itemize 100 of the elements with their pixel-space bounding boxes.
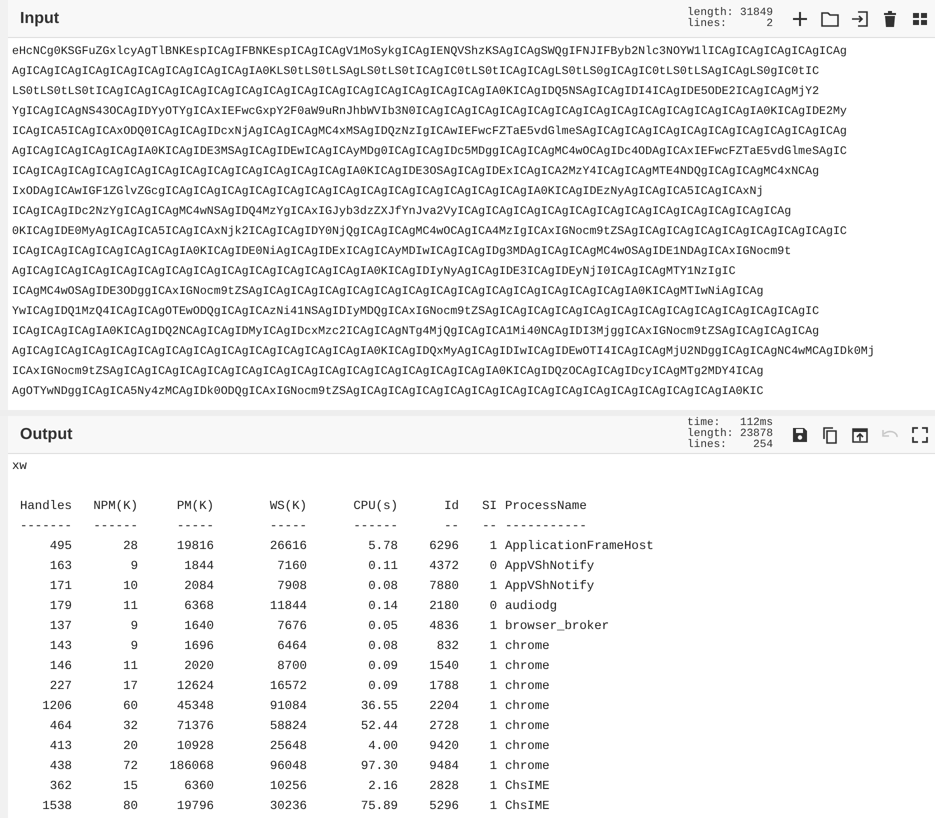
table-cell-text: AppVShNotify (505, 578, 596, 595)
table-cell-text: 2180 (428, 598, 459, 615)
table-cell-text: 9 (130, 618, 138, 635)
table-cell-text: 1 (488, 778, 497, 795)
table-cell-text: 72 (122, 758, 138, 775)
table-cell-text: 7908 (276, 578, 307, 595)
table-cell-text: 1 (488, 758, 497, 775)
table-cell-text: 6464 (276, 638, 307, 655)
table-cell-text: 7676 (276, 618, 307, 635)
table-cell-text: 0 (488, 598, 497, 615)
table-cell-text: 97.30 (360, 758, 398, 775)
input-text-line: AgICAgICAgICAgICAgICAgICAgICAgICAgIA0KLS0tLS0tLSAgLS0tLS0tICAgIC0tLS0tICAgICAgLS0tLS0gICAgIC0tLS0tLSAgICAgLS0gIC0tIC (12, 64, 820, 80)
table-cell-text: 75.89 (360, 798, 398, 815)
header-rule: ----- (176, 518, 214, 535)
table-cell-text: 2084 (183, 578, 214, 595)
table-cell-text: 11 (122, 658, 138, 675)
table-cell-text: 25648 (268, 738, 307, 755)
table-cell-text: 163 (48, 558, 72, 575)
table-cell-text: 1 (488, 678, 497, 695)
table-cell-text: 71376 (176, 718, 214, 735)
output-text-line: xw (12, 458, 28, 475)
table-cell-text: 45348 (176, 698, 214, 715)
column-header: NPM(K) (92, 498, 138, 515)
table-cell-text: 1206 (41, 698, 72, 715)
table-cell-text: 2020 (183, 658, 214, 675)
table-cell-text: 5296 (428, 798, 459, 815)
table-cell-text: browser_broker (505, 618, 610, 635)
input-text-line: ICAgICA5ICAgICAxODQ0ICAgICAgIDcxNjAgICAgICAgMC4xMSAgIDQzNzIgICAwIEFwcFZTaE5vdGlmeSAgICAgICAgICAgICAgICAgICAgICAgICAgICAg (12, 124, 848, 140)
header-rule: ----- (268, 518, 307, 535)
table-cell-text: 80 (122, 798, 138, 815)
header-rule: ----------- (505, 518, 588, 535)
table-cell-text: chrome (505, 658, 551, 675)
panel-title: Output (20, 424, 72, 444)
column-header: Id (443, 498, 459, 515)
input-text-line: ICAxIGNocm9tZSAgICAgICAgICAgICAgICAgICAgICAgICAgICAgICAgICAgICAgICAgIA0KICAgIDQzOCAgICAgIDcyICAgMTg2MDY4ICAg (12, 364, 764, 380)
input-text-line: IxODAgICAwIGF1ZGlvZGcgICAgICAgICAgICAgICAgICAgICAgICAgICAgICAgICAgICAgICAgIA0KICAgIDEzNyAgICAgICA5ICAgICAxNj (12, 184, 764, 200)
table-cell-text: AppVShNotify (505, 558, 596, 575)
table-cell-text: 96048 (268, 758, 307, 775)
table-cell-text: 438 (48, 758, 72, 775)
table-cell-text: 6296 (428, 538, 459, 555)
column-header: SI (481, 498, 497, 515)
table-cell-text: 11 (122, 598, 138, 615)
table-cell-text: 495 (48, 538, 72, 555)
table-cell-text: 171 (48, 578, 72, 595)
table-cell-text: 413 (48, 738, 72, 755)
table-cell-text: 1 (488, 538, 497, 555)
table-cell-text: 1538 (41, 798, 72, 815)
header-rule: ------ (92, 518, 138, 535)
table-cell-text: 9 (130, 638, 138, 655)
table-cell-text: 179 (48, 598, 72, 615)
table-cell-text: chrome (505, 738, 551, 755)
input-text-line: ICAgICAgIDc2NzYgICAgICAgMC4wNSAgIDQ4MzYgICAxIGJyb3dzZXJfYnJva2VyICAgICAgICAgICAgICAgICAgICAgICAgICAgICAgICAgICAg (12, 204, 792, 220)
input-text-line: AgICAgICAgICAgICAgICAgICAgICAgICAgICAgICAgICAgICAgIA0KICAgIDQxMyAgICAgIDIwICAgIDEwOTI4ICAgICAgMjU2NDggICAgICAgNC4wMCAgIDk0Mj (12, 344, 876, 360)
table-cell-text: 0.08 (367, 638, 398, 655)
input-text-line: ICAgMC4wOSAgIDE3ODggICAxIGNocm9tZSAgICAgICAgICAgICAgICAgICAgICAgICAgICAgICAgICAgICAgICAgIA0KICAgMTIwNiAgICAg (12, 284, 764, 300)
stat-text: lines: 254 (687, 440, 773, 451)
table-cell-text: 1 (488, 578, 497, 595)
input-text-line: YwICAgIDQ1MzQ4ICAgICAgOTEwODQgICAgICAzNi41NSAgIDIyMDQgICAxIGNocm9tZSAgICAgICAgICAgICAgICAgICAgICAgICAgICAgICAgICAgIC (12, 304, 820, 320)
table-cell-text: chrome (505, 698, 551, 715)
table-cell-text: 0.14 (367, 598, 398, 615)
panel-title: Input (20, 8, 60, 28)
sign-in-icon (850, 8, 870, 28)
column-header: CPU(s) (352, 498, 398, 515)
table-cell-text: ChsIME (505, 798, 551, 815)
column-header: WS(K) (268, 498, 307, 515)
input-text-line: ICAgICAgICAgIA0KICAgIDQ2NCAgICAgIDMyICAgIDcxMzc2ICAgICAgNTg4MjQgICAgICA1Mi40NCAgIDI3MjggICAxIGNocm9tZSAgICAgICAgICAg (12, 324, 820, 340)
table-cell-text: 1540 (428, 658, 459, 675)
input-text-line: eHcNCg0KSGFuZGxlcyAgTlBNKEspICAgIFBNKEspICAgICAgV1MoSykgICAgIENQVShzKSAgICAgSWQgIFNJIFByb2Nlc3NOYW1lICAgICAgICAgICAgICAg (12, 44, 848, 60)
table-cell-text: 58824 (268, 718, 307, 735)
table-cell-text: 1640 (183, 618, 214, 635)
table-cell-text: 9484 (428, 758, 459, 775)
table-cell-text: 6360 (183, 778, 214, 795)
column-header: Handles (18, 498, 72, 515)
column-header: PM(K) (176, 498, 214, 515)
input-text-line: ICAgICAgICAgICAgICAgICAgIA0KICAgIDE0NiAgICAgIDExICAgICAyMDIwICAgICAgIDg3MDAgICAgICAgMC4wOSAgIDE1NDAgICAxIGNocm9t (12, 244, 792, 260)
table-cell-text: 1 (488, 658, 497, 675)
table-cell-text: 30236 (268, 798, 307, 815)
table-cell-text: ChsIME (505, 778, 551, 795)
table-cell-text: 1 (488, 798, 497, 815)
input-text-line: 0KICAgIDE0MyAgICAgICA5ICAgICAxNjk2ICAgICAgIDY0NjQgICAgICAgMC4wOCAgICA4MzIgICAxIGNocm9tZSAgICAgICAgICAgICAgICAgICAgICAgIC (12, 224, 848, 240)
table-cell-text: 5.78 (367, 538, 398, 555)
table-cell-text: 16572 (268, 678, 307, 695)
table-cell-text: 227 (48, 678, 72, 695)
input-text-line: LS0tLS0tLS0tICAgICAgICAgICAgICAgICAgICAgICAgICAgICAgICAgICAgICAgICAgIA0KICAgIDQ5NSAgICAgIDI4ICAgIDE5ODE2ICAgICAgMjY2 (12, 84, 820, 100)
table-cell-text: 9420 (428, 738, 459, 755)
table-cell-text: 2728 (428, 718, 459, 735)
table-cell-text: 26616 (268, 538, 307, 555)
input-text-line: AgOTYwNDggICAgICA5Ny4zMCAgIDk0ODQgICAxIGNocm9tZSAgICAgICAgICAgICAgICAgICAgICAgICAgICAgICAgICAgICAgICAgIA0KIC (12, 384, 764, 400)
table-cell-text: 10 (122, 578, 138, 595)
table-cell-text: 1 (488, 738, 497, 755)
table-cell-text: 832 (436, 638, 459, 655)
table-cell-text: 1844 (183, 558, 214, 575)
table-cell-text: 1 (488, 618, 497, 635)
table-cell-text: 1696 (183, 638, 214, 655)
table-cell-text: 143 (48, 638, 72, 655)
table-cell-text: 6368 (183, 598, 214, 615)
copy-icon (820, 424, 840, 444)
table-cell-text: 4.00 (367, 738, 398, 755)
table-cell-text: 0 (488, 558, 497, 575)
table-cell-text: 1 (488, 638, 497, 655)
